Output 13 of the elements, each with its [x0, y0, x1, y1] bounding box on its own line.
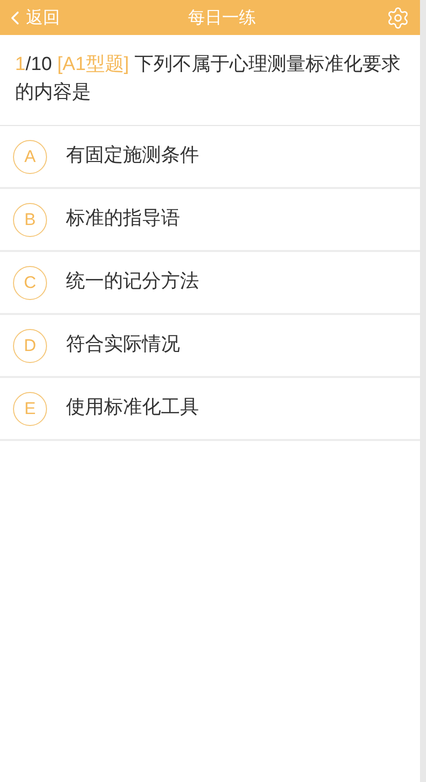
page-title: 每日一练 — [188, 6, 256, 29]
option-letter: B — [13, 202, 47, 236]
question-text: 1/10 [A1型题] 下列不属于心理测量标准化要求的内容是 — [15, 53, 402, 105]
option-letter: E — [13, 392, 47, 426]
option-text: 符合实际情况 — [66, 333, 180, 358]
option-letter: D — [13, 328, 47, 362]
option-text: 有固定施测条件 — [66, 144, 199, 168]
option-text: 使用标准化工具 — [66, 396, 199, 420]
option-text: 标准的指导语 — [66, 207, 180, 232]
settings-icon — [386, 6, 410, 30]
option-text: 统一的记分方法 — [66, 270, 199, 294]
option-letter: C — [13, 266, 47, 300]
option-letter: A — [13, 140, 47, 174]
